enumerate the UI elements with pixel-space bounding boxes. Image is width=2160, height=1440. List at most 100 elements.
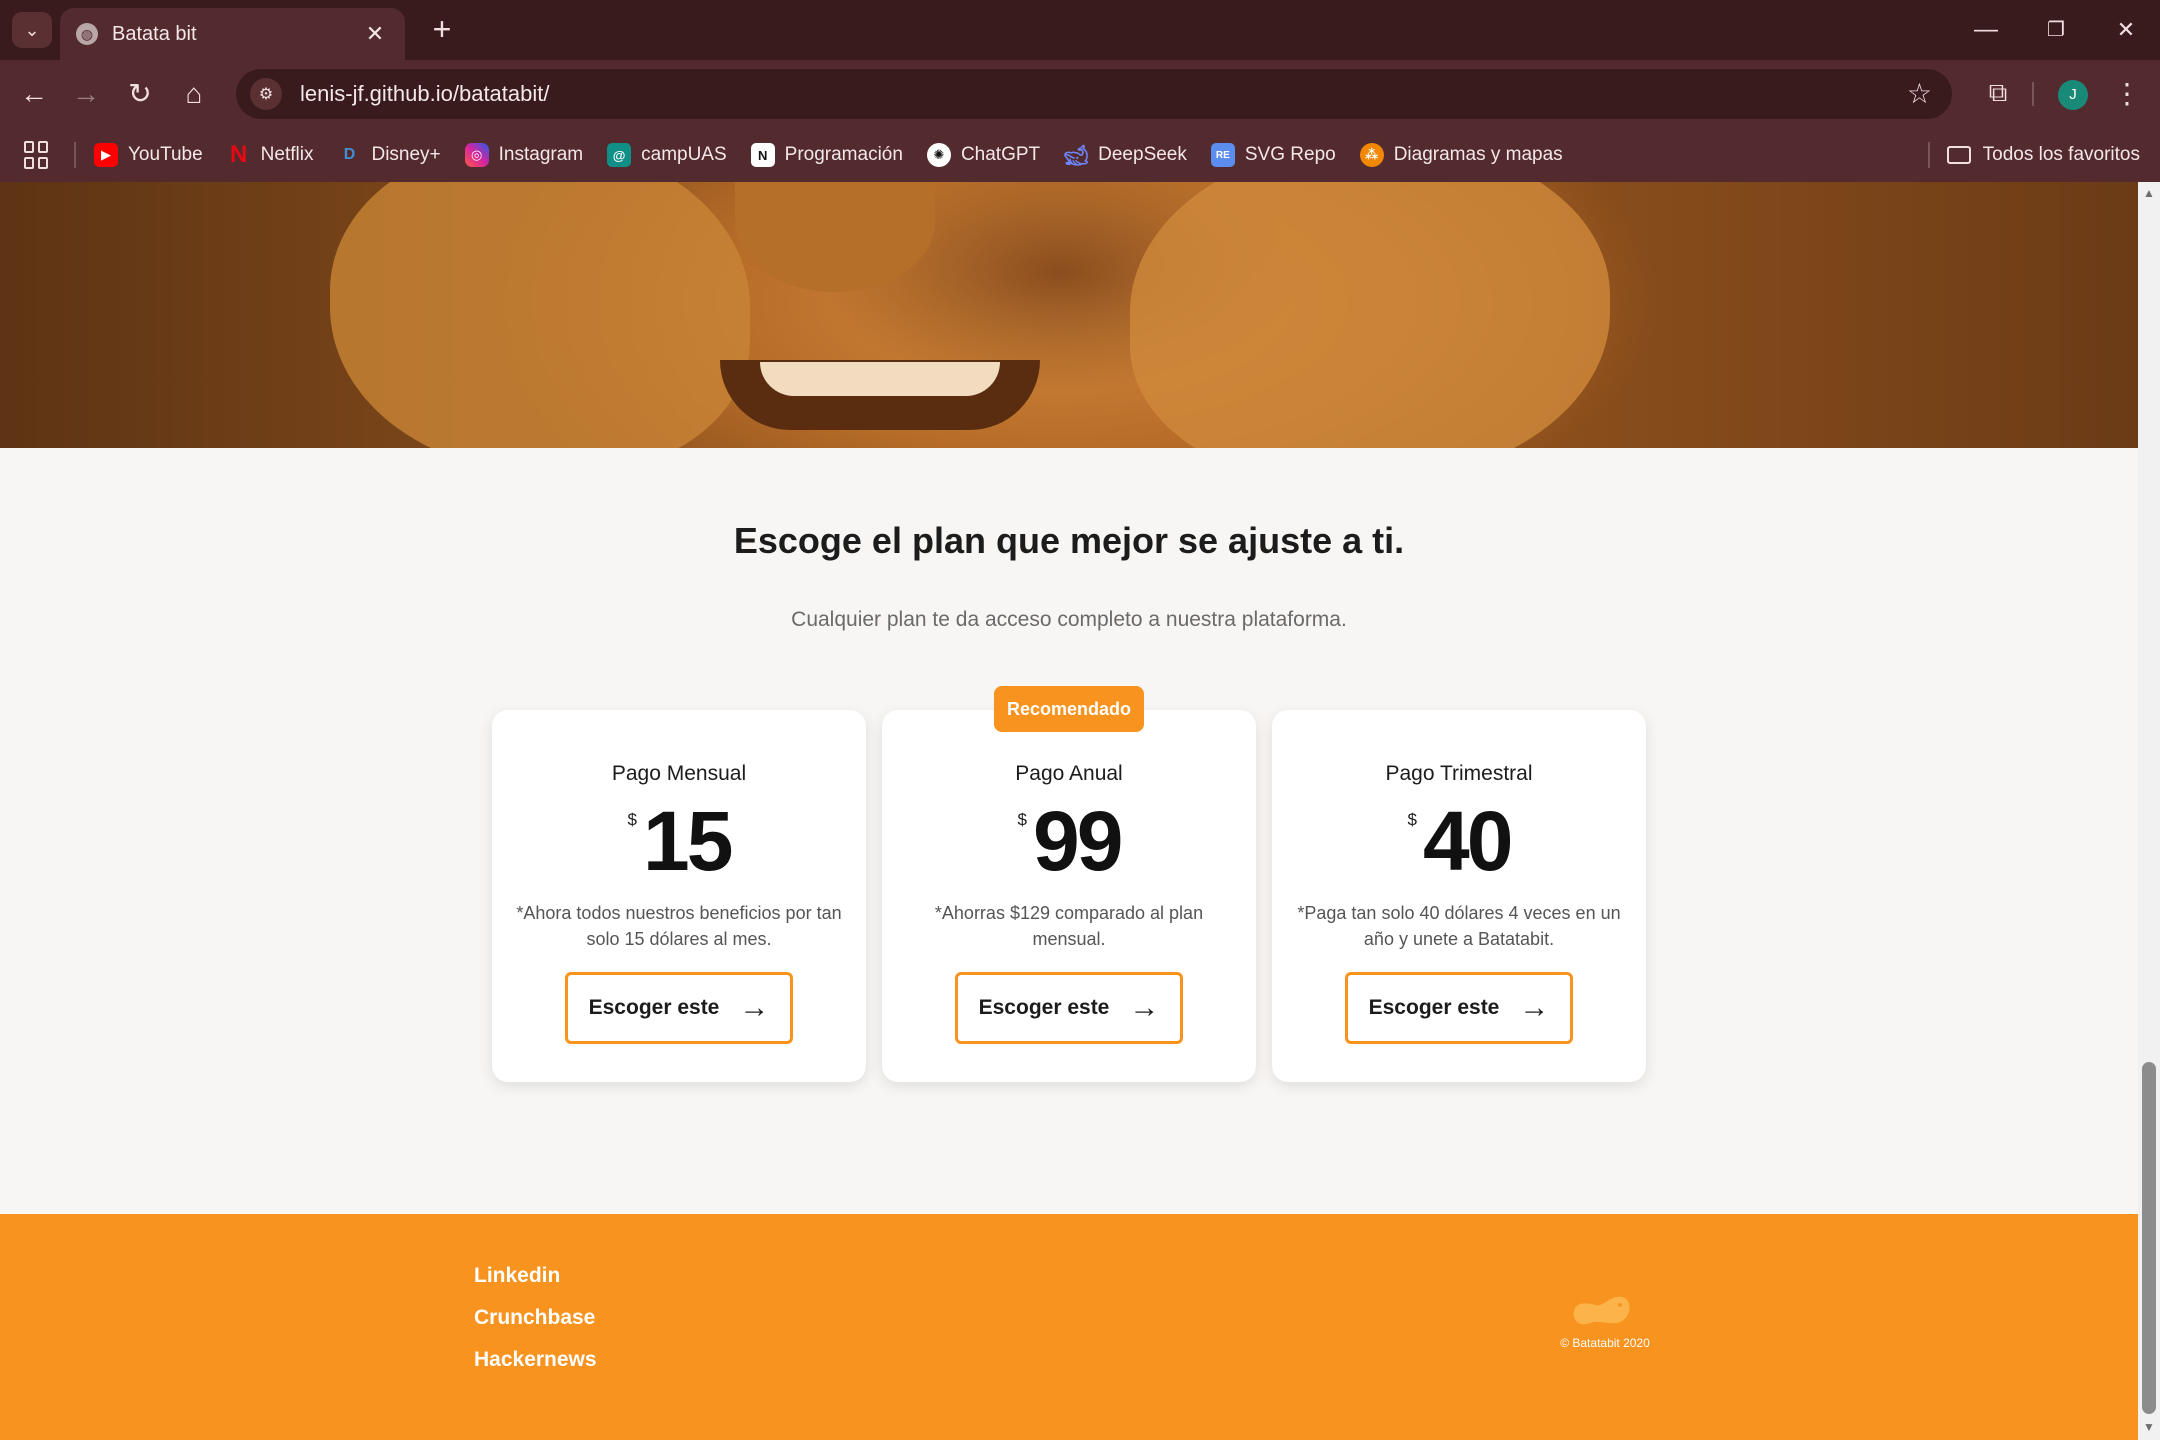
minimize-button[interactable]: — (1966, 14, 2006, 46)
plans-subtitle: Cualquier plan te da acceso completo a n… (791, 608, 1347, 631)
choose-plan-button[interactable]: Escoger este → (955, 972, 1183, 1044)
bookmark-instagram[interactable]: ◎ Instagram (464, 143, 584, 167)
plan-description: *Ahora todos nuestros beneficios por tan… (516, 903, 842, 949)
apps-grid-icon[interactable] (24, 141, 52, 169)
bookmarks-divider (1928, 142, 1930, 168)
price-amount: 99 (1033, 794, 1123, 888)
bookmark-label: Instagram (498, 144, 584, 165)
bookmark-label: SVG Repo (1244, 144, 1336, 165)
recommended-badge: Recomendado (994, 686, 1144, 732)
plans-title: Escoge el plan que mejor se ajuste a ti. (733, 520, 1405, 561)
arrow-right-icon: → (1129, 991, 1160, 1024)
arrow-right-icon: → (739, 991, 770, 1024)
bookmark-label: Programación (784, 144, 903, 165)
choose-plan-label: Escoger este (978, 996, 1110, 1019)
globe-icon: ◍ (76, 23, 98, 45)
svgrepo-icon: RE (1210, 143, 1235, 167)
choose-plan-label: Escoger este (1368, 996, 1500, 1019)
notion-icon: N (750, 143, 775, 167)
tab-search-button[interactable]: ⌄ (12, 12, 52, 48)
bookmark-label: campUAS (641, 144, 727, 165)
instagram-icon: ◎ (464, 143, 489, 167)
plan-name: Pago Trimestral (1385, 762, 1533, 785)
bookmark-label: DeepSeek (1098, 144, 1187, 165)
bookmark-programacion[interactable]: N Programación (750, 143, 903, 167)
tab-strip: ⌄ ◍ Batata bit ✕ + — ❐ ✕ (0, 0, 2160, 60)
choose-plan-button[interactable]: Escoger este → (1345, 972, 1573, 1044)
plan-card-quarterly: Pago Trimestral $ 40 *Paga tan solo 40 d… (1272, 710, 1646, 1082)
disney-icon: D (343, 146, 356, 163)
plan-name: Pago Anual (1015, 762, 1123, 785)
footer-link-crunchbase[interactable]: Crunchbase (474, 1306, 595, 1330)
bookmarks-divider (74, 142, 76, 168)
restore-button[interactable]: ❐ (2036, 14, 2076, 46)
bookmark-label: Disney+ (371, 144, 441, 165)
plan-description: *Ahorras $129 comparado al plan mensual. (934, 903, 1204, 949)
bookmark-diagramas[interactable]: ⁂ Diagramas y mapas (1359, 143, 1563, 167)
plan-price: $ 99 (882, 796, 1256, 886)
youtube-icon: ▶ (94, 143, 118, 167)
bookmark-youtube[interactable]: ▶ YouTube (94, 143, 203, 167)
copyright-text: © Batatabit 2020 (1560, 1336, 1650, 1350)
currency-symbol: $ (1017, 810, 1028, 829)
plan-description: *Paga tan solo 40 dólares 4 veces en un … (1297, 903, 1621, 949)
back-button[interactable]: ← (14, 74, 54, 114)
profile-avatar[interactable]: J (2058, 80, 2088, 110)
batatabit-logo-icon (1573, 1296, 1630, 1325)
diagrams-icon: ⁂ (1359, 143, 1384, 167)
bookmark-deepseek[interactable]: 🐋︎ DeepSeek (1063, 143, 1187, 167)
page-viewport: Escoge el plan que mejor se ajuste a ti.… (0, 182, 2138, 1440)
scroll-up-icon[interactable]: ▲ (2140, 184, 2158, 202)
bookmark-label: Netflix (260, 144, 314, 165)
bookmark-disney[interactable]: D Disney+ (337, 143, 441, 167)
browser-menu-icon[interactable]: ⋮ (2112, 72, 2142, 116)
browser-toolbar: ← → ↻ ⌂ ⚙ lenis-jf.github.io/batatabit/ … (0, 60, 2160, 128)
choose-plan-button[interactable]: Escoger este → (565, 972, 793, 1044)
tab-close-button[interactable]: ✕ (361, 21, 389, 47)
forward-button[interactable]: → (66, 74, 106, 114)
browser-tab[interactable]: ◍ Batata bit ✕ (60, 8, 405, 60)
bookmark-label: ChatGPT (960, 144, 1041, 165)
netflix-icon: N (230, 141, 248, 168)
reload-button[interactable]: ↻ (120, 74, 160, 114)
bookmark-netflix[interactable]: N Netflix (227, 141, 314, 168)
bookmark-chatgpt[interactable]: ✺ ChatGPT (926, 143, 1041, 167)
price-amount: 40 (1423, 794, 1513, 888)
plan-name: Pago Mensual (611, 762, 747, 785)
plan-card-annual: Pago Anual $ 99 *Ahorras $129 comparado … (882, 710, 1256, 1082)
extensions-icon[interactable]: ⧉ (1978, 72, 2018, 112)
bookmark-campuas[interactable]: @ campUAS (607, 143, 727, 167)
footer-link-hackernews[interactable]: Hackernews (474, 1348, 597, 1372)
url-text[interactable]: lenis-jf.github.io/batatabit/ (300, 81, 550, 107)
site-footer: Linkedin Crunchbase Hackernews © Batatab… (0, 1214, 2138, 1440)
bookmarks-bar: ▶ YouTube N Netflix D Disney+ ◎ Instagram @ c… (0, 128, 2160, 182)
window-close-button[interactable]: ✕ (2106, 14, 2146, 46)
hero-image (0, 182, 2138, 448)
bookmark-svgrepo[interactable]: RE SVG Repo (1210, 143, 1336, 167)
bookmark-label: Diagramas y mapas (1393, 144, 1563, 165)
footer-link-linkedin[interactable]: Linkedin (474, 1264, 560, 1288)
folder-icon (1946, 146, 1971, 164)
choose-plan-label: Escoger este (588, 996, 720, 1019)
home-icon[interactable]: ⌂ (174, 74, 214, 114)
new-tab-button[interactable]: + (424, 12, 460, 48)
plan-card-monthly: Pago Mensual $ 15 *Ahora todos nuestros … (492, 710, 866, 1082)
scroll-down-icon[interactable]: ▼ (2140, 1418, 2158, 1436)
arrow-right-icon: → (1519, 991, 1550, 1024)
site-info-icon[interactable]: ⚙ (250, 78, 282, 110)
chatgpt-icon: ✺ (926, 143, 951, 167)
toolbar-divider (2032, 82, 2034, 106)
bookmark-star-icon[interactable]: ☆ (1907, 77, 1932, 110)
all-bookmarks-label: Todos los favoritos (1982, 144, 2140, 165)
tab-title: Batata bit (112, 22, 197, 45)
price-amount: 15 (643, 794, 733, 888)
scrollbar-thumb[interactable] (2142, 1062, 2156, 1414)
address-bar[interactable]: ⚙ lenis-jf.github.io/batatabit/ ☆ (236, 69, 1952, 119)
currency-symbol: $ (627, 810, 638, 829)
plan-price: $ 15 (492, 796, 866, 886)
campuas-icon: @ (607, 143, 632, 167)
plan-price: $ 40 (1272, 796, 1646, 886)
currency-symbol: $ (1407, 810, 1418, 829)
deepseek-icon: 🐋︎ (1063, 144, 1089, 167)
all-bookmarks-button[interactable]: Todos los favoritos (1946, 128, 2140, 182)
